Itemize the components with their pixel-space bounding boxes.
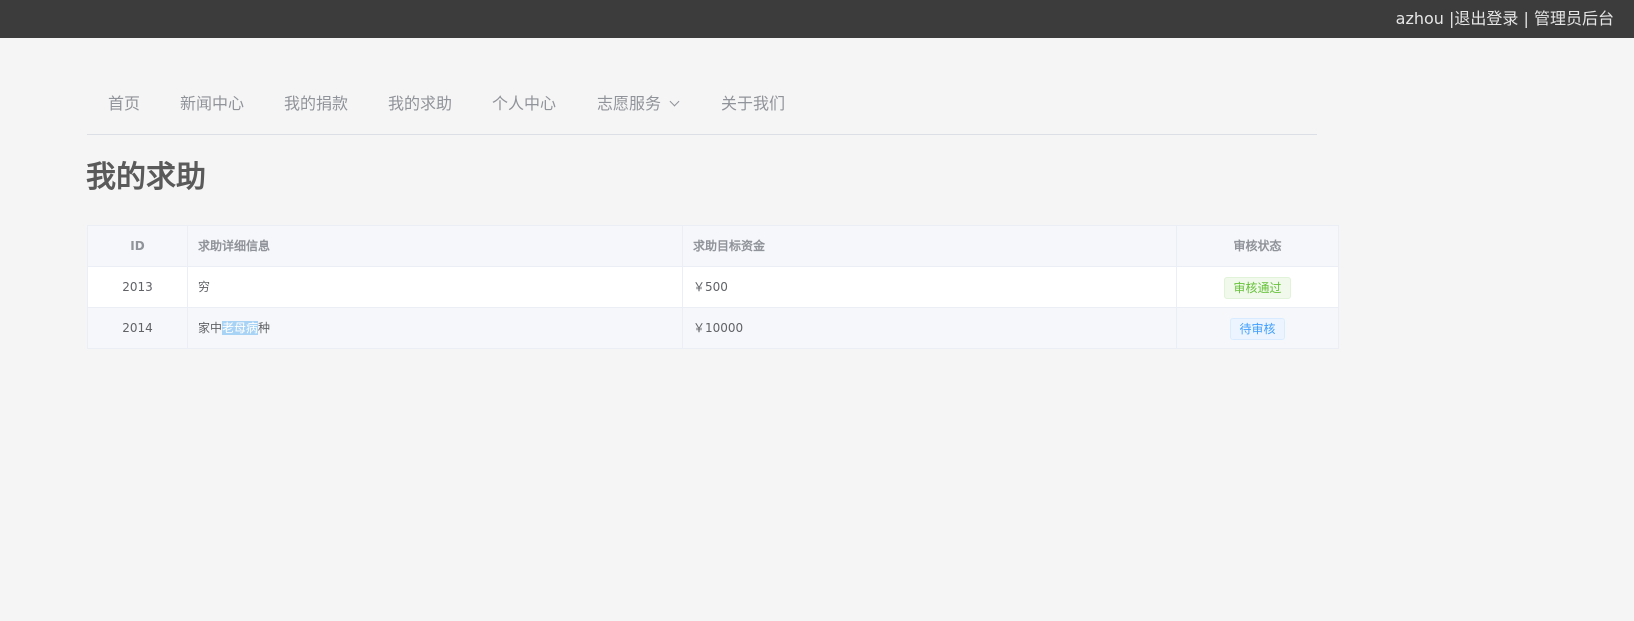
table-row: 2013 穷 ￥500 审核通过 (88, 267, 1338, 308)
username: azhou (1395, 9, 1444, 28)
help-requests-table: ID 求助详细信息 求助目标资金 审核状态 2013 穷 ￥500 审核通过 2… (87, 225, 1339, 349)
main-nav: 首页 新闻中心 我的捐款 我的求助 个人中心 志愿服务 关于我们 (87, 84, 1317, 135)
header-amount: 求助目标资金 (683, 226, 1177, 266)
cell-status: 审核通过 (1177, 267, 1338, 307)
nav-item-volunteer[interactable]: 志愿服务 (597, 84, 680, 124)
cell-id: 2013 (88, 267, 188, 307)
admin-link[interactable]: 管理员后台 (1534, 9, 1614, 28)
status-badge-pending: 待审核 (1230, 317, 1285, 340)
cell-info[interactable]: 家中老母病种 (188, 308, 683, 348)
chevron-down-icon (669, 96, 680, 107)
separator: | (1443, 9, 1455, 28)
separator: | (1518, 9, 1534, 28)
info-text-selected: 老母病 (222, 321, 259, 335)
cell-amount: ￥10000 (683, 308, 1177, 348)
nav-item-my-donations[interactable]: 我的捐款 (284, 84, 348, 124)
cell-amount: ￥500 (683, 267, 1177, 307)
page-title: 我的求助 (86, 160, 206, 195)
logout-link[interactable]: 退出登录 (1454, 9, 1518, 28)
header-status: 审核状态 (1233, 239, 1282, 253)
nav-item-home[interactable]: 首页 (108, 84, 140, 124)
cell-status: 待审核 (1177, 308, 1338, 348)
nav-item-about[interactable]: 关于我们 (721, 84, 785, 124)
info-text-after: 种 (258, 321, 271, 335)
top-bar: azhou |退出登录 | 管理员后台 (0, 0, 1634, 38)
nav-item-my-help-requests[interactable]: 我的求助 (388, 84, 452, 124)
table-header-row: ID 求助详细信息 求助目标资金 审核状态 (88, 226, 1338, 267)
user-menu: azhou |退出登录 | 管理员后台 (1396, 0, 1614, 38)
info-text-before: 家中 (198, 321, 223, 335)
cell-id: 2014 (88, 308, 188, 348)
cell-info: 穷 (188, 267, 683, 307)
nav-item-news[interactable]: 新闻中心 (180, 84, 244, 124)
nav-item-personal-center[interactable]: 个人中心 (492, 84, 556, 124)
table-row: 2014 家中老母病种 ￥10000 待审核 (88, 308, 1338, 348)
header-id: ID (88, 226, 188, 266)
status-badge-approved: 审核通过 (1224, 276, 1291, 299)
header-info: 求助详细信息 (188, 226, 683, 266)
nav-item-volunteer-label: 志愿服务 (597, 94, 662, 113)
